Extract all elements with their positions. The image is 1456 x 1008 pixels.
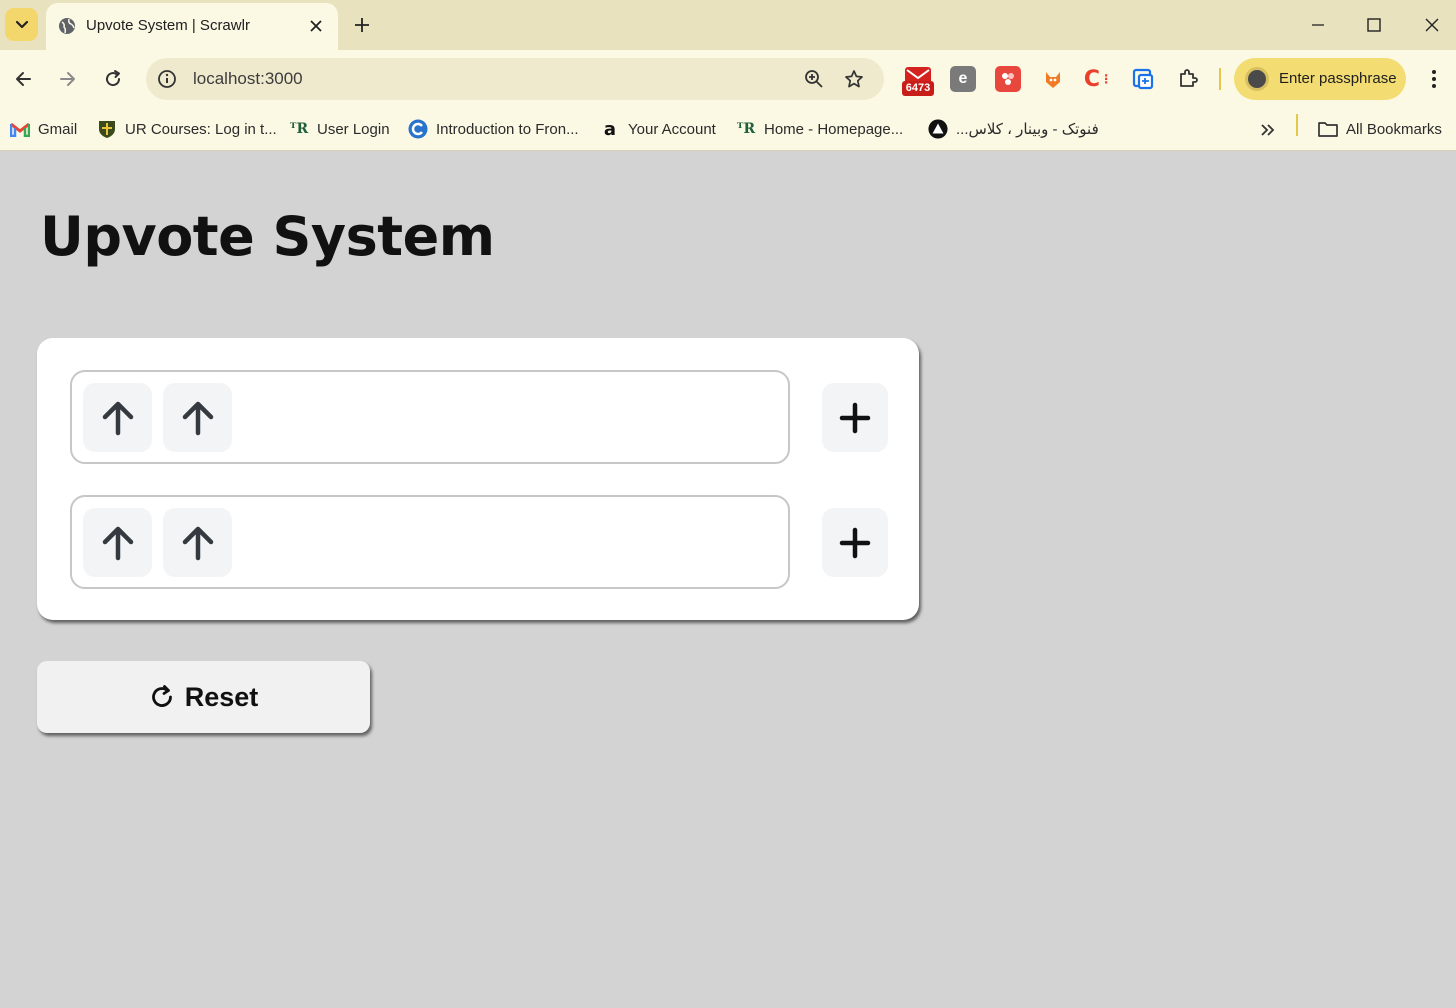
bookmarks-divider [1296,114,1298,136]
back-button[interactable] [9,65,37,93]
globe-icon [59,18,75,34]
minimize-icon [1312,24,1324,26]
e-extension-icon[interactable]: e [950,66,976,92]
bookmark-gmail[interactable]: Gmail [10,114,77,144]
reset-label: Reset [184,681,259,712]
plus-icon [839,527,871,558]
c-extension-icon[interactable]: C ⋮ [1084,66,1112,92]
reset-icon [151,685,172,707]
upvote-button[interactable] [163,508,232,577]
tab-title: Upvote System | Scrawlr [86,17,250,34]
add-upvote-button[interactable] [822,508,888,577]
forward-button[interactable] [54,65,82,93]
profile-button[interactable]: Enter passphrase [1234,58,1406,100]
fox-extension-icon[interactable] [1040,66,1066,92]
ur-icon: ᵁR [289,121,309,137]
upvote-lists-card [37,338,919,620]
upvote-list-2 [70,495,790,589]
upvote-button[interactable] [83,508,152,577]
more-menu-icon[interactable] [1422,66,1446,92]
plus-icon [839,402,871,433]
bookmark-label: Gmail [38,120,78,138]
bookmark-fanotek[interactable]: فنوتک - وبینار ، کلاس... [928,114,1099,144]
all-bookmarks-button[interactable]: All Bookmarks [1318,114,1442,144]
amazon-icon: a [603,118,617,140]
chevron-down-icon [15,20,28,28]
bookmark-user-login[interactable]: ᵁR User Login [289,114,390,144]
reload-button[interactable] [99,65,127,93]
arrow-right-icon [60,72,75,86]
avatar [1245,67,1269,91]
bookmark-introduction[interactable]: Introduction to Fron... [408,114,579,144]
ur-icon: ᵁR [736,121,756,137]
site-info-icon[interactable] [156,68,178,90]
upvote-button[interactable] [83,383,152,452]
bookmark-star-icon[interactable] [842,67,866,91]
close-window-button[interactable] [1419,12,1445,38]
gmail-icon [10,119,30,139]
translate-extension-icon[interactable] [1130,66,1156,92]
maximize-icon [1367,18,1381,32]
mail-extension-icon[interactable]: 6473 [901,64,935,98]
upvote-button[interactable] [163,383,232,452]
plus-icon [355,18,369,32]
puzzle-extension-icon[interactable] [995,66,1021,92]
minimize-button[interactable] [1305,12,1331,38]
reload-icon [106,70,121,87]
browser-toolbar: localhost:3000 6473 e C ⋮ Enter passphra… [0,50,1456,108]
bookmark-your-account[interactable]: a Your Account [600,114,716,144]
extensions-puzzle-icon[interactable] [1175,66,1201,92]
address-bar[interactable]: localhost:3000 [146,58,884,100]
bookmark-home[interactable]: ᵁR Home - Homepage... [736,114,903,144]
active-tab[interactable]: Upvote System | Scrawlr [46,3,338,50]
bookmark-label: Home - Homepage... [764,120,904,138]
arrow-up-icon [182,401,213,435]
add-upvote-button[interactable] [822,383,888,452]
tab-search-button[interactable] [5,8,38,41]
arrow-up-icon [102,401,133,435]
all-bookmarks-label: All Bookmarks [1346,120,1442,138]
new-tab-button[interactable] [349,12,375,38]
profile-label: Enter passphrase [1279,70,1397,87]
upvote-list-1 [70,370,790,464]
bookmarks-bar: Gmail UR Courses: Log in t... ᵁR User Lo… [0,108,1456,150]
tab-strip: Upvote System | Scrawlr [0,0,1456,50]
mail-extension-badge: 6473 [905,82,931,94]
close-icon [1425,18,1439,32]
chrome-separator [0,150,1456,151]
maximize-button[interactable] [1361,12,1387,38]
browser-chrome: Upvote System | Scrawlr localhost:3000 6… [0,0,1456,151]
zoom-icon[interactable] [802,67,826,91]
arrow-up-icon [102,526,133,560]
page-title: Upvote System [40,205,495,268]
shield-icon [97,119,117,139]
bookmark-label: User Login [317,120,390,138]
bookmark-label: Introduction to Fron... [436,120,579,138]
bookmark-label: Your Account [628,120,716,138]
chevron-double-right-icon[interactable] [1256,118,1280,142]
bookmark-ur-courses[interactable]: UR Courses: Log in t... [97,114,277,144]
arrow-left-icon [16,72,31,86]
bookmark-label: فنوتک - وبینار ، کلاس... [956,121,1099,138]
url-text: localhost:3000 [193,69,303,88]
folder-icon [1318,119,1338,139]
bookmark-label: UR Courses: Log in t... [125,120,277,138]
coursera-icon [408,119,428,139]
triangle-icon [928,119,948,139]
reset-button[interactable]: Reset [37,661,370,733]
toolbar-divider [1219,68,1221,90]
arrow-up-icon [182,526,213,560]
close-tab-icon[interactable] [306,16,326,36]
